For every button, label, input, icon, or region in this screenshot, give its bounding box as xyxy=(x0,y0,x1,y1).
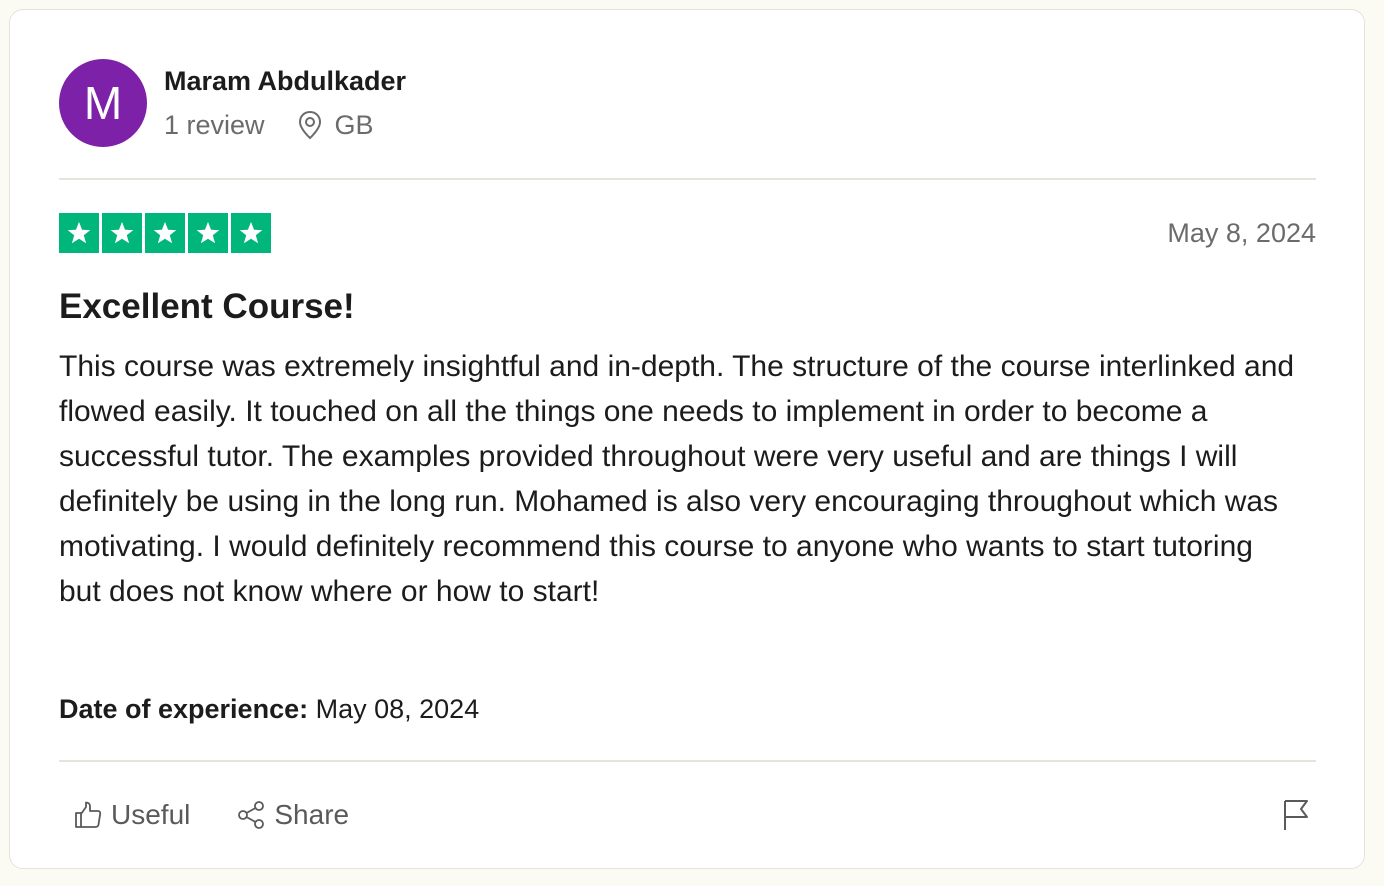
divider xyxy=(59,760,1316,762)
star-icon xyxy=(231,213,271,253)
star-icon xyxy=(59,213,99,253)
experience-label: Date of experience: xyxy=(59,694,309,724)
flag-icon xyxy=(1284,800,1308,830)
consumer-info: Maram Abdulkader 1 review GB xyxy=(164,64,406,142)
useful-button[interactable]: Useful xyxy=(73,799,190,831)
review-card: M Maram Abdulkader 1 review GB May 8, 20… xyxy=(9,9,1365,869)
review-card-content: M Maram Abdulkader 1 review GB May 8, 20… xyxy=(59,10,1316,868)
review-title: Excellent Course! xyxy=(59,287,355,326)
consumer-location: GB xyxy=(297,108,374,142)
country-code: GB xyxy=(334,110,374,140)
date-of-experience: Date of experience: May 08, 2024 xyxy=(59,692,479,726)
review-count: 1 review xyxy=(164,110,265,140)
star-icon xyxy=(102,213,142,253)
star-icon xyxy=(188,213,228,253)
useful-label: Useful xyxy=(111,799,191,830)
review-actions: Useful Share xyxy=(73,795,1316,835)
consumer-name-link[interactable]: Maram Abdulkader xyxy=(164,64,406,98)
experience-date: May 08, 2024 xyxy=(315,694,480,724)
star-icon xyxy=(145,213,185,253)
consumer-meta: 1 review GB xyxy=(164,108,406,142)
consumer-header: M Maram Abdulkader 1 review GB xyxy=(59,58,406,148)
rating-row: May 8, 2024 xyxy=(59,213,1316,253)
avatar[interactable]: M xyxy=(59,59,147,147)
thumbs-up-icon xyxy=(75,801,102,828)
review-date: May 8, 2024 xyxy=(1167,217,1316,248)
star-rating xyxy=(59,213,274,253)
share-icon xyxy=(238,801,265,829)
share-button[interactable]: Share xyxy=(236,799,349,831)
report-button[interactable] xyxy=(1276,795,1316,835)
divider xyxy=(59,178,1316,180)
share-label: Share xyxy=(274,799,350,830)
location-pin-icon xyxy=(298,110,321,140)
review-body: This course was extremely insightful and… xyxy=(59,350,1295,608)
